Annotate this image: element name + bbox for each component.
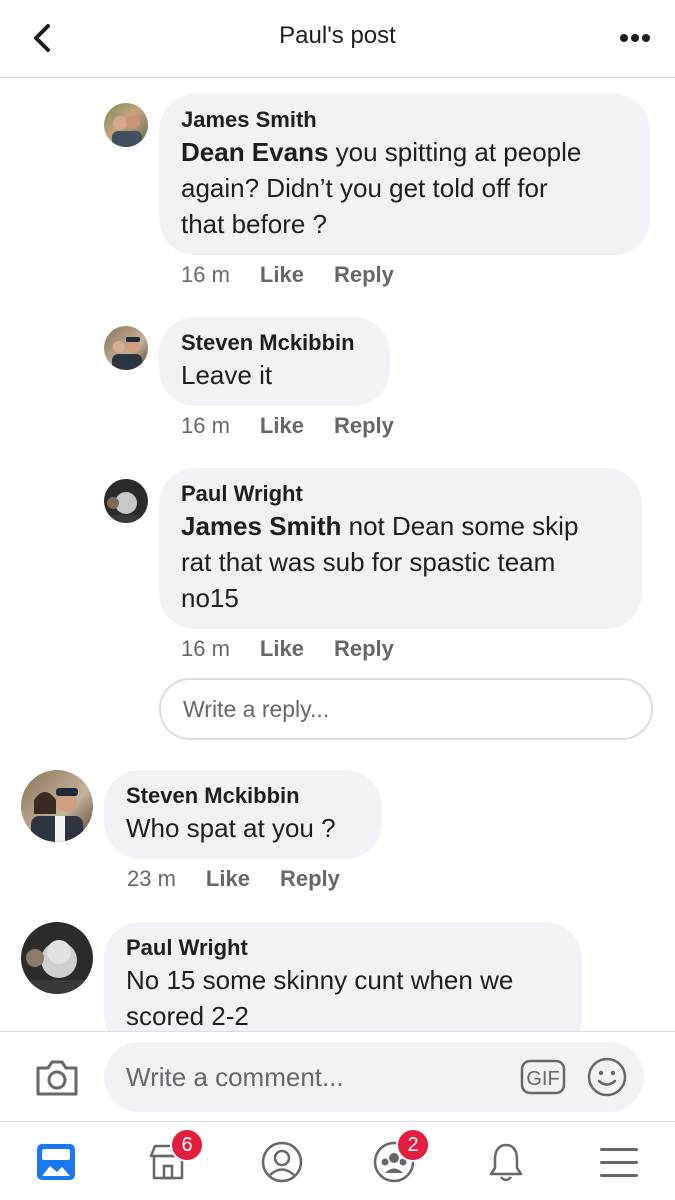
nav-marketplace[interactable]: 6 bbox=[112, 1122, 224, 1200]
page-title: Paul's post bbox=[279, 22, 396, 49]
comment-text: James Smith not Dean some skip rat that w… bbox=[181, 511, 579, 613]
comment-time: 16 m bbox=[181, 413, 230, 438]
avatar[interactable] bbox=[104, 479, 148, 523]
more-horizontal-icon bbox=[620, 34, 650, 42]
profile-icon bbox=[261, 1141, 303, 1182]
like-button[interactable]: Like bbox=[260, 636, 304, 662]
comment-composer: Write a comment... GIF bbox=[0, 1031, 675, 1121]
nav-notifications[interactable] bbox=[450, 1122, 562, 1200]
camera-button[interactable] bbox=[34, 1058, 80, 1098]
more-options-button[interactable] bbox=[615, 18, 655, 58]
comment-text: No 15 some skinny cunt when we scored 2-2 bbox=[126, 965, 514, 1031]
news-feed-icon bbox=[37, 1143, 75, 1180]
gif-label: GIF bbox=[526, 1068, 559, 1090]
comment-bubble: Paul Wright James Smith not Dean some sk… bbox=[159, 468, 642, 629]
nav-menu[interactable] bbox=[563, 1122, 675, 1200]
comment-author[interactable]: Paul Wright bbox=[181, 480, 620, 508]
emoji-icon bbox=[587, 1057, 627, 1097]
comment-author[interactable]: James Smith bbox=[181, 106, 628, 134]
like-button[interactable]: Like bbox=[260, 262, 304, 288]
avatar[interactable] bbox=[104, 103, 148, 147]
comment-text: Dean Evans you spitting at people again? … bbox=[181, 137, 582, 239]
comment-time: 16 m bbox=[181, 636, 230, 661]
avatar[interactable] bbox=[21, 922, 93, 994]
avatar[interactable] bbox=[104, 326, 148, 370]
like-button[interactable]: Like bbox=[260, 413, 304, 439]
comment-author[interactable]: Steven Mckibbin bbox=[126, 782, 360, 810]
reply-button[interactable]: Reply bbox=[334, 262, 394, 288]
mention-link[interactable]: James Smith bbox=[181, 511, 341, 541]
reply-button[interactable]: Reply bbox=[280, 866, 340, 892]
comment-bubble: Paul Wright No 15 some skinny cunt when … bbox=[104, 922, 582, 1031]
comment-author[interactable]: Paul Wright bbox=[126, 934, 560, 962]
emoji-button[interactable] bbox=[586, 1056, 628, 1098]
comment-placeholder: Write a comment... bbox=[126, 1062, 344, 1092]
reply-button[interactable]: Reply bbox=[334, 636, 394, 662]
notification-badge: 2 bbox=[396, 1128, 430, 1162]
nav-news-feed[interactable] bbox=[0, 1122, 112, 1200]
comment-meta: 16 m Like Reply bbox=[181, 262, 394, 288]
gif-button[interactable]: GIF bbox=[520, 1059, 566, 1095]
comment-meta: 16 m Like Reply bbox=[181, 636, 394, 662]
reply-button[interactable]: Reply bbox=[334, 413, 394, 439]
comment-time: 16 m bbox=[181, 262, 230, 287]
like-button[interactable]: Like bbox=[206, 866, 250, 892]
avatar[interactable] bbox=[21, 770, 93, 842]
comment-bubble: Steven Mckibbin Who spat at you ? bbox=[104, 770, 382, 859]
comment-time: 23 m bbox=[127, 866, 176, 891]
comment-meta: 23 m Like Reply bbox=[127, 866, 340, 892]
comment-author[interactable]: Steven Mckibbin bbox=[181, 329, 368, 357]
notifications-bell-icon bbox=[489, 1143, 523, 1181]
reply-input[interactable]: Write a reply... bbox=[159, 678, 653, 740]
comment-bubble: Steven Mckibbin Leave it bbox=[159, 317, 390, 406]
comment-text: Leave it bbox=[181, 360, 273, 390]
menu-icon bbox=[600, 1147, 638, 1177]
comment-meta: 16 m Like Reply bbox=[181, 413, 394, 439]
comments-thread: James Smith Dean Evans you spitting at p… bbox=[0, 79, 675, 1031]
mention-link[interactable]: Dean Evans bbox=[181, 137, 328, 167]
comment-text: Who spat at you ? bbox=[126, 813, 336, 843]
bottom-nav: 6 2 bbox=[0, 1121, 675, 1200]
nav-groups[interactable]: 2 bbox=[338, 1122, 450, 1200]
comment-bubble: James Smith Dean Evans you spitting at p… bbox=[159, 94, 650, 255]
notification-badge: 6 bbox=[170, 1128, 204, 1162]
camera-icon bbox=[36, 1060, 78, 1096]
nav-profile[interactable] bbox=[226, 1122, 338, 1200]
top-bar: Paul's post bbox=[0, 0, 675, 78]
comment-input[interactable]: Write a comment... GIF bbox=[104, 1042, 644, 1112]
